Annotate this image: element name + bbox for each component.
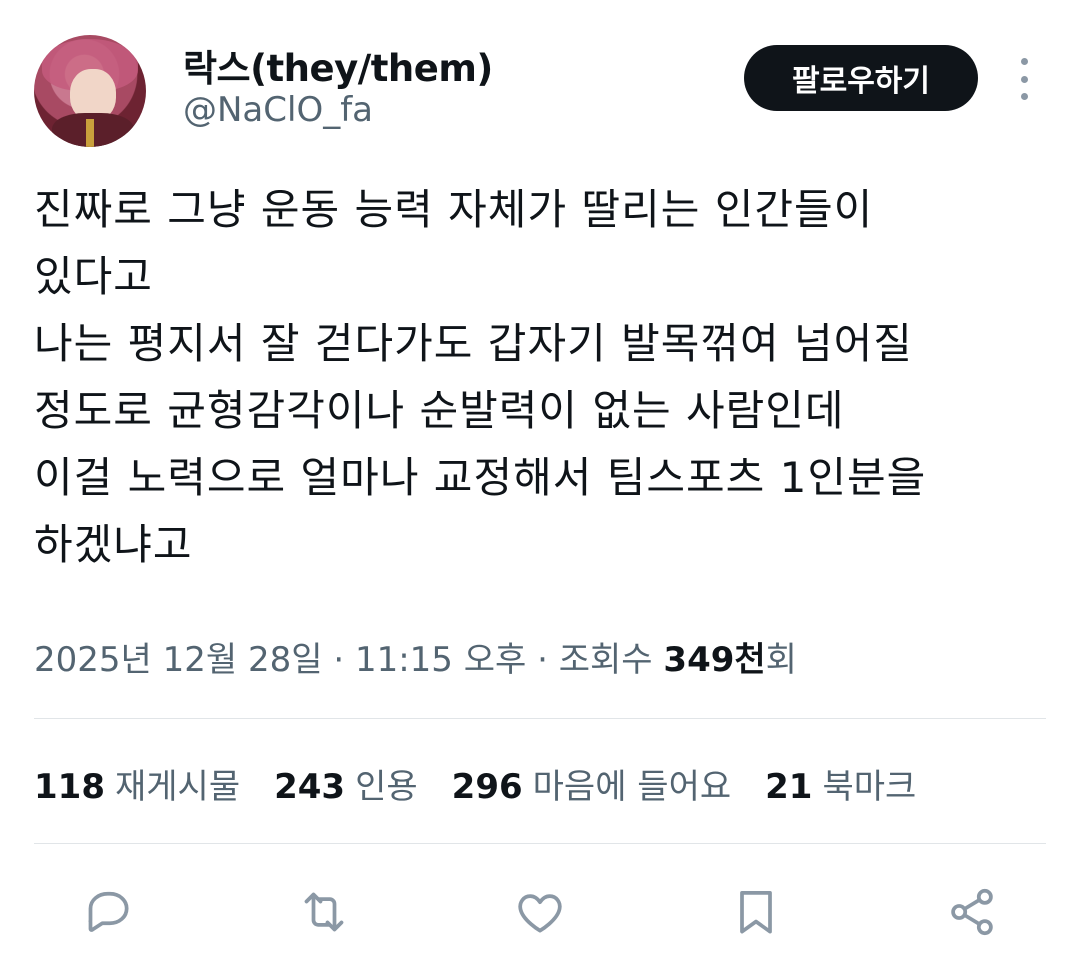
stat-count: 296	[451, 766, 523, 807]
stat-count: 21	[765, 766, 813, 807]
stat-likes[interactable]: 296 마음에 들어요	[452, 759, 731, 808]
follow-button[interactable]: 팔로우하기	[744, 45, 978, 111]
retweet-icon	[304, 892, 344, 932]
like-button[interactable]	[510, 882, 570, 942]
retweet-button[interactable]	[294, 882, 354, 942]
engagement-stats: 118 재게시물 243 인용 296 마음에 들어요 21 북마크	[34, 756, 950, 810]
more-dot	[1020, 93, 1028, 100]
share-button[interactable]	[942, 882, 1002, 942]
display-name[interactable]: 락스(they/them)	[183, 38, 493, 92]
tweet-meta: 2025년 12월 28일 · 11:15 오후 · 조회수 349천회	[34, 632, 797, 681]
stat-label: 마음에 들어요	[532, 766, 732, 807]
meta-separator: ·	[526, 640, 559, 680]
divider	[34, 718, 1046, 719]
share-icon	[951, 888, 993, 936]
bookmark-icon	[740, 891, 772, 934]
views-suffix: 회	[765, 640, 797, 680]
user-handle[interactable]: @NaClO_fa	[183, 90, 373, 130]
tweet-time[interactable]: 11:15 오후	[355, 640, 526, 680]
like-icon	[518, 894, 562, 933]
more-options-icon[interactable]	[1010, 58, 1038, 100]
stat-label: 인용	[355, 766, 418, 807]
reply-icon	[88, 891, 129, 932]
stat-label: 재게시물	[114, 766, 241, 807]
tweet-text: 진짜로 그냥 운동 능력 자체가 딸리는 인간들이 있다고 나는 평지서 잘 걷…	[34, 185, 927, 569]
meta-separator: ·	[322, 640, 355, 680]
stat-count: 243	[274, 766, 346, 807]
stat-retweets[interactable]: 118 재게시물	[34, 759, 240, 808]
views-count: 349천	[663, 640, 766, 680]
stat-count: 118	[34, 766, 105, 807]
divider	[34, 843, 1046, 844]
stat-label: 북마크	[822, 766, 917, 807]
views-label: 조회수	[558, 640, 664, 680]
avatar[interactable]	[34, 35, 146, 147]
stat-quotes[interactable]: 243 인용	[274, 759, 418, 808]
stat-bookmarks[interactable]: 21 북마크	[765, 759, 916, 808]
tweet-date[interactable]: 2025년 12월 28일	[34, 640, 323, 680]
more-dot	[1020, 58, 1028, 65]
avatar-trim	[86, 119, 94, 147]
reply-button[interactable]	[78, 882, 138, 942]
more-dot	[1020, 75, 1028, 83]
bookmark-button[interactable]	[726, 882, 786, 942]
